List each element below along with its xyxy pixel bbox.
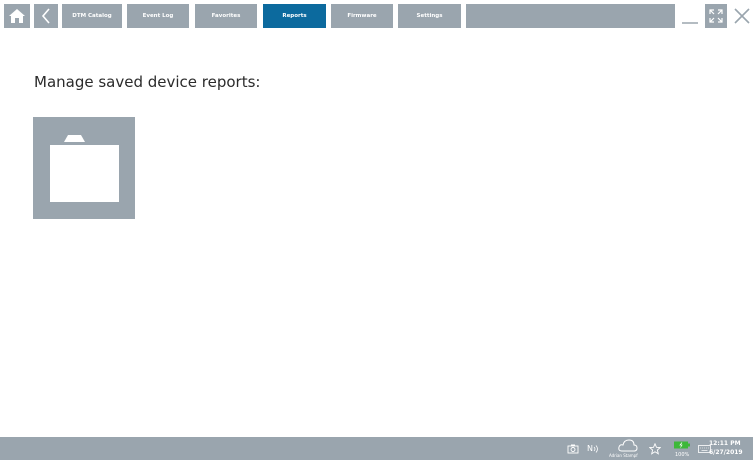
battery-icon [674,441,690,448]
top-toolbar: DTM Catalog Event Log Favorites Reports … [0,0,753,32]
cloud-icon [618,438,638,451]
camera-button[interactable] [566,443,580,455]
system-clock: 12:11 PM 6/27/2019 [709,439,753,457]
reports-folder-tile[interactable] [33,117,135,219]
clock-time: 12:11 PM [709,440,741,447]
nfc-button[interactable]: N [585,442,601,455]
battery-indicator[interactable] [674,440,690,449]
home-button[interactable] [4,4,30,28]
star-icon [649,442,661,455]
fullscreen-button[interactable] [705,4,727,28]
account-name: Adrian Stampf [609,453,638,458]
close-button[interactable] [731,4,753,28]
nfc-waves-icon [593,444,598,453]
fullscreen-icon [709,9,723,23]
tab-event-log[interactable]: Event Log [127,4,189,28]
back-icon [41,8,50,24]
favorite-button[interactable] [648,442,662,455]
tab-firmware[interactable]: Firmware [331,4,393,28]
tab-favorites[interactable]: Favorites [195,4,257,28]
page-title: Manage saved device reports: [34,73,261,91]
cloud-account-button[interactable] [614,438,642,452]
tab-reports[interactable]: Reports [263,4,326,28]
folder-icon [50,135,119,202]
clock-date: 6/27/2019 [709,449,743,456]
back-button[interactable] [34,4,58,28]
taskbar: N Adrian Stampf 100% 12:11 PM 6/27/2019 [0,437,753,460]
minimize-button[interactable] [679,4,701,28]
tab-dtm-catalog[interactable]: DTM Catalog [62,4,122,28]
battery-percent: 100% [675,452,690,458]
toolbar-spacer [466,4,675,28]
minimize-icon [682,22,698,24]
camera-icon [567,444,579,454]
home-icon [9,9,25,23]
close-icon [734,8,750,24]
tab-settings[interactable]: Settings [398,4,461,28]
